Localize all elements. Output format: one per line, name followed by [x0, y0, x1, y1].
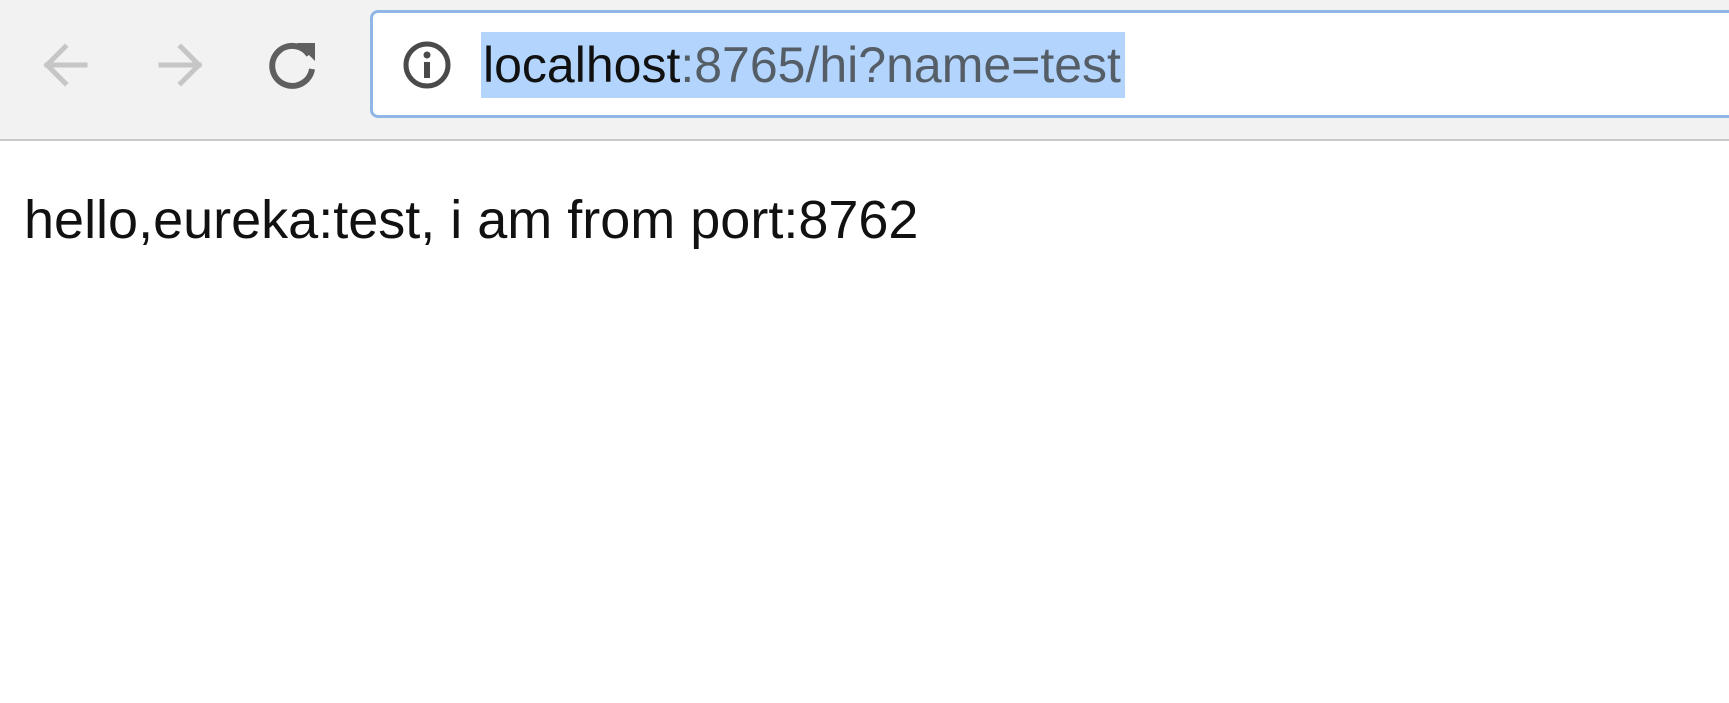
- url-text[interactable]: localhost:8765/hi?name=test: [481, 32, 1125, 98]
- address-bar[interactable]: localhost:8765/hi?name=test: [370, 10, 1729, 118]
- forward-button[interactable]: [146, 30, 216, 100]
- back-button[interactable]: [30, 30, 100, 100]
- info-icon[interactable]: [401, 39, 453, 91]
- browser-toolbar: localhost:8765/hi?name=test: [0, 0, 1729, 141]
- back-arrow-icon: [35, 35, 95, 95]
- url-path: :8765/hi?name=test: [680, 37, 1121, 93]
- reload-icon: [263, 35, 323, 95]
- forward-arrow-icon: [151, 35, 211, 95]
- url-host: localhost: [483, 37, 681, 93]
- page-body-text: hello,eureka:test, i am from port:8762: [24, 190, 919, 250]
- reload-button[interactable]: [258, 30, 328, 100]
